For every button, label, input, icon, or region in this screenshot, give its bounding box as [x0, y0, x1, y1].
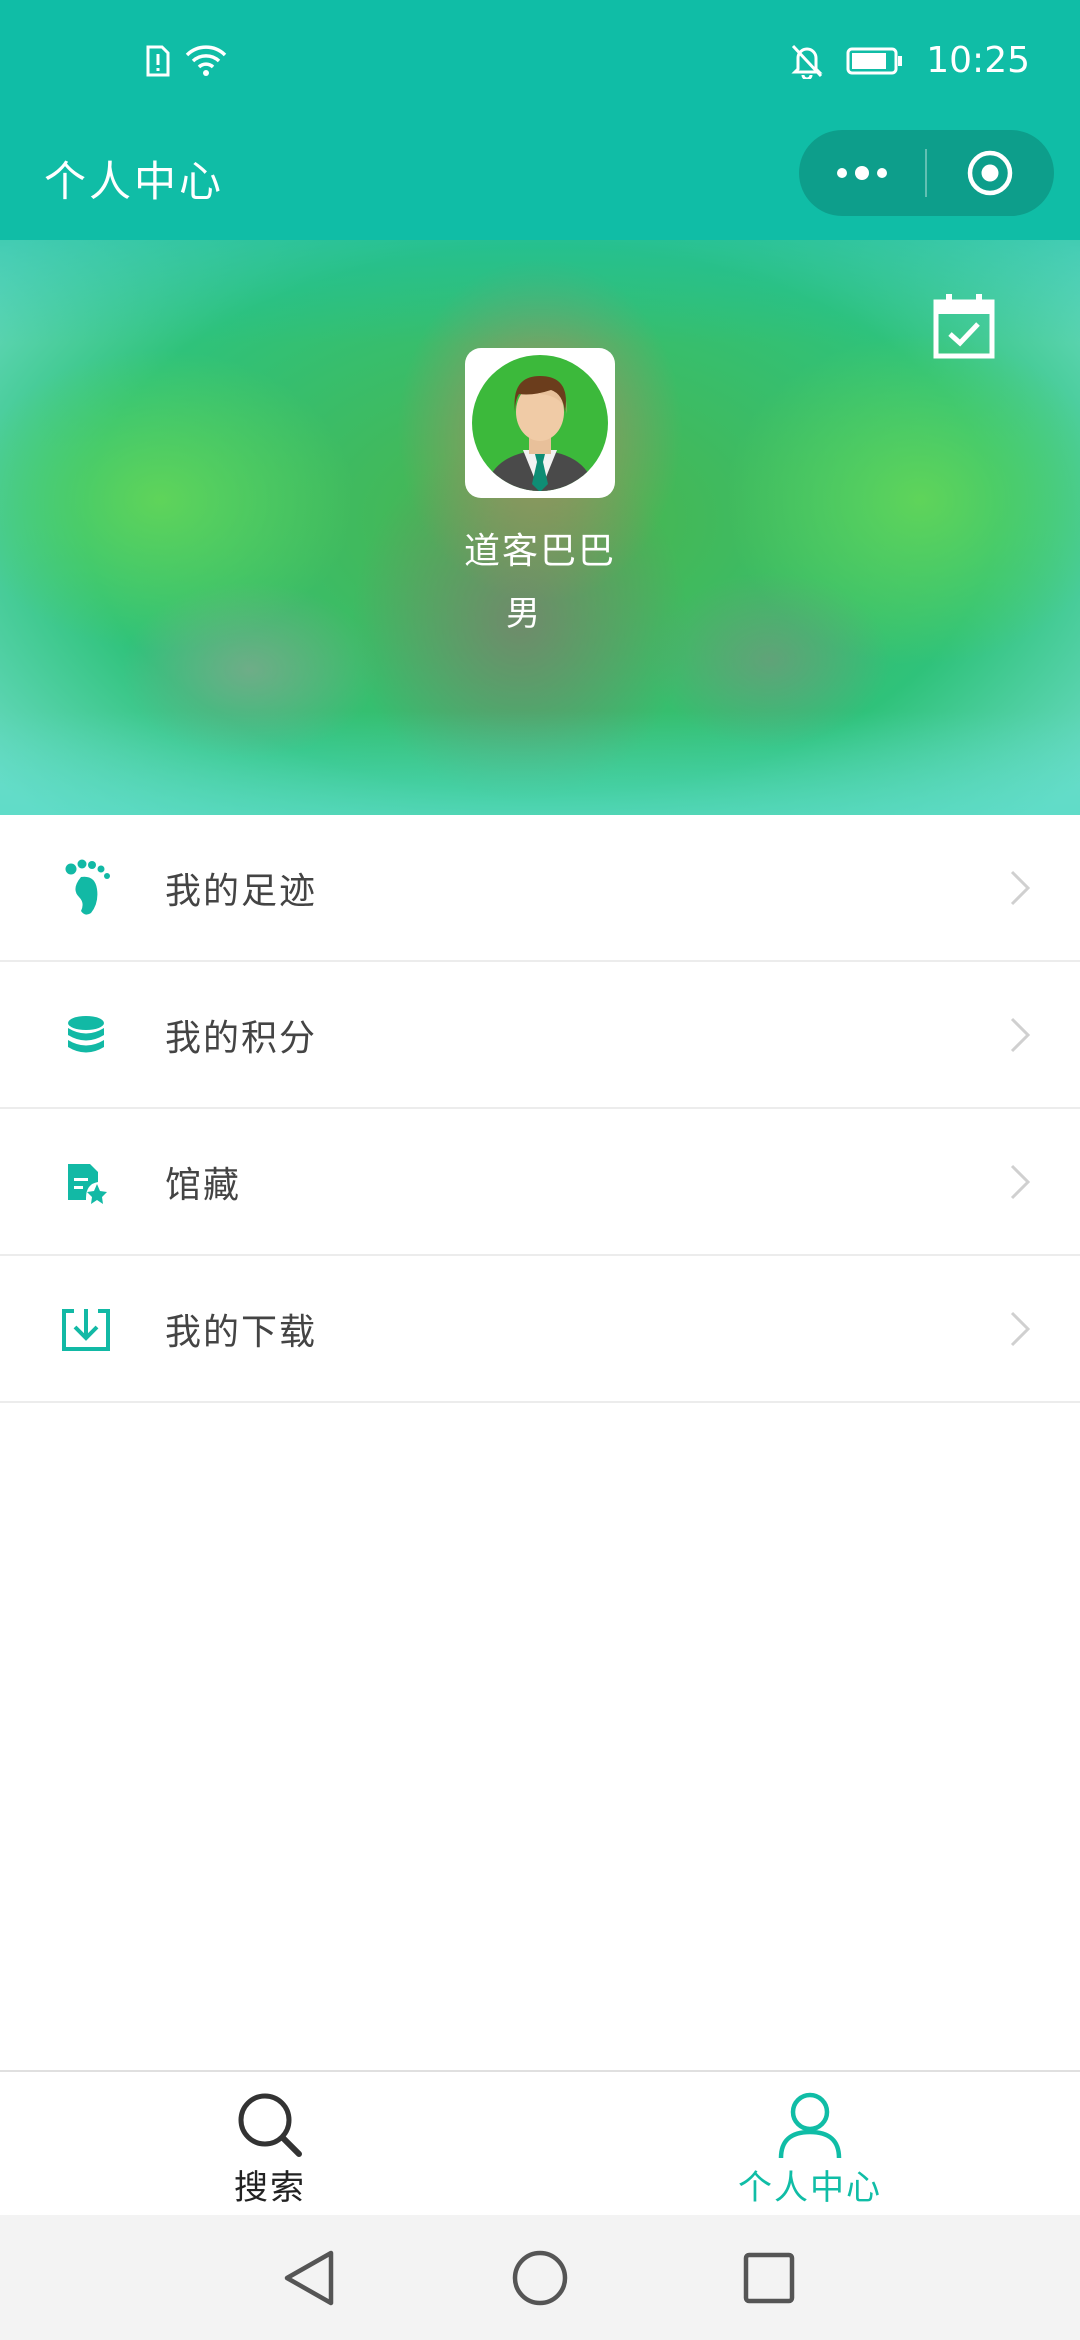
status-bar: 10:25 — [0, 0, 1080, 130]
chevron-right-icon — [1010, 1017, 1031, 1052]
tab-search[interactable]: 搜索 — [0, 2072, 540, 2217]
title-bar: 个人中心 — [0, 130, 1080, 240]
nickname: 道客巴巴 — [463, 531, 616, 572]
menu-list: 我的足迹 我的积分 馆藏 我的下载 — [0, 815, 1080, 1403]
more-dots-icon — [837, 166, 887, 180]
tab-profile[interactable]: 个人中心 — [540, 2072, 1080, 2217]
calendar-check-icon — [933, 294, 995, 359]
home-circle-icon[interactable] — [505, 2243, 575, 2313]
back-triangle-icon[interactable] — [273, 2243, 343, 2313]
menu-item-label: 馆藏 — [165, 1164, 242, 1206]
close-mini-program-button[interactable] — [927, 130, 1053, 216]
status-right-icons: 10:25 — [790, 40, 1030, 81]
page-title: 个人中心 — [44, 157, 225, 206]
search-icon — [238, 2093, 302, 2157]
sim-alert-icon — [146, 45, 170, 77]
battery-icon — [846, 47, 903, 74]
status-time: 10:25 — [926, 40, 1030, 81]
screen: 10:25 个人中心 道客巴巴 男 我的足迹 我的积分 馆藏 我的下载 搜索 个… — [0, 0, 1080, 2340]
menu-item-downloads[interactable]: 我的下载 — [0, 1256, 1080, 1403]
chevron-right-icon — [1010, 1311, 1031, 1346]
recents-square-icon[interactable] — [734, 2243, 804, 2313]
more-button[interactable] — [799, 130, 925, 216]
download-icon — [56, 1299, 116, 1359]
chevron-right-icon — [1010, 1164, 1031, 1199]
gender: 男 — [506, 594, 540, 634]
menu-item-label: 我的足迹 — [165, 870, 318, 912]
tab-bar: 搜索 个人中心 — [0, 2070, 1080, 2215]
collection-icon — [56, 1152, 116, 1212]
wifi-icon — [185, 45, 227, 76]
sign-in-calendar-button[interactable] — [932, 292, 996, 360]
avatar-man-icon — [472, 355, 608, 491]
footprint-icon — [56, 858, 116, 918]
coins-icon — [56, 1005, 116, 1065]
menu-item-label: 我的积分 — [165, 1017, 318, 1059]
target-close-icon — [967, 150, 1013, 196]
menu-item-label: 我的下载 — [165, 1311, 318, 1353]
menu-item-points[interactable]: 我的积分 — [0, 962, 1080, 1109]
status-left-icons — [145, 44, 227, 78]
chevron-right-icon — [1010, 870, 1031, 905]
bell-off-icon — [791, 44, 823, 79]
profile-header: 道客巴巴 男 — [0, 240, 1080, 815]
avatar[interactable] — [465, 348, 615, 498]
system-navigation-bar — [0, 2215, 1080, 2340]
mini-program-capsule — [799, 130, 1054, 216]
menu-item-collection[interactable]: 馆藏 — [0, 1109, 1080, 1256]
person-icon — [778, 2092, 842, 2159]
menu-item-footprint[interactable]: 我的足迹 — [0, 815, 1080, 962]
tab-label: 个人中心 — [738, 2168, 882, 2208]
